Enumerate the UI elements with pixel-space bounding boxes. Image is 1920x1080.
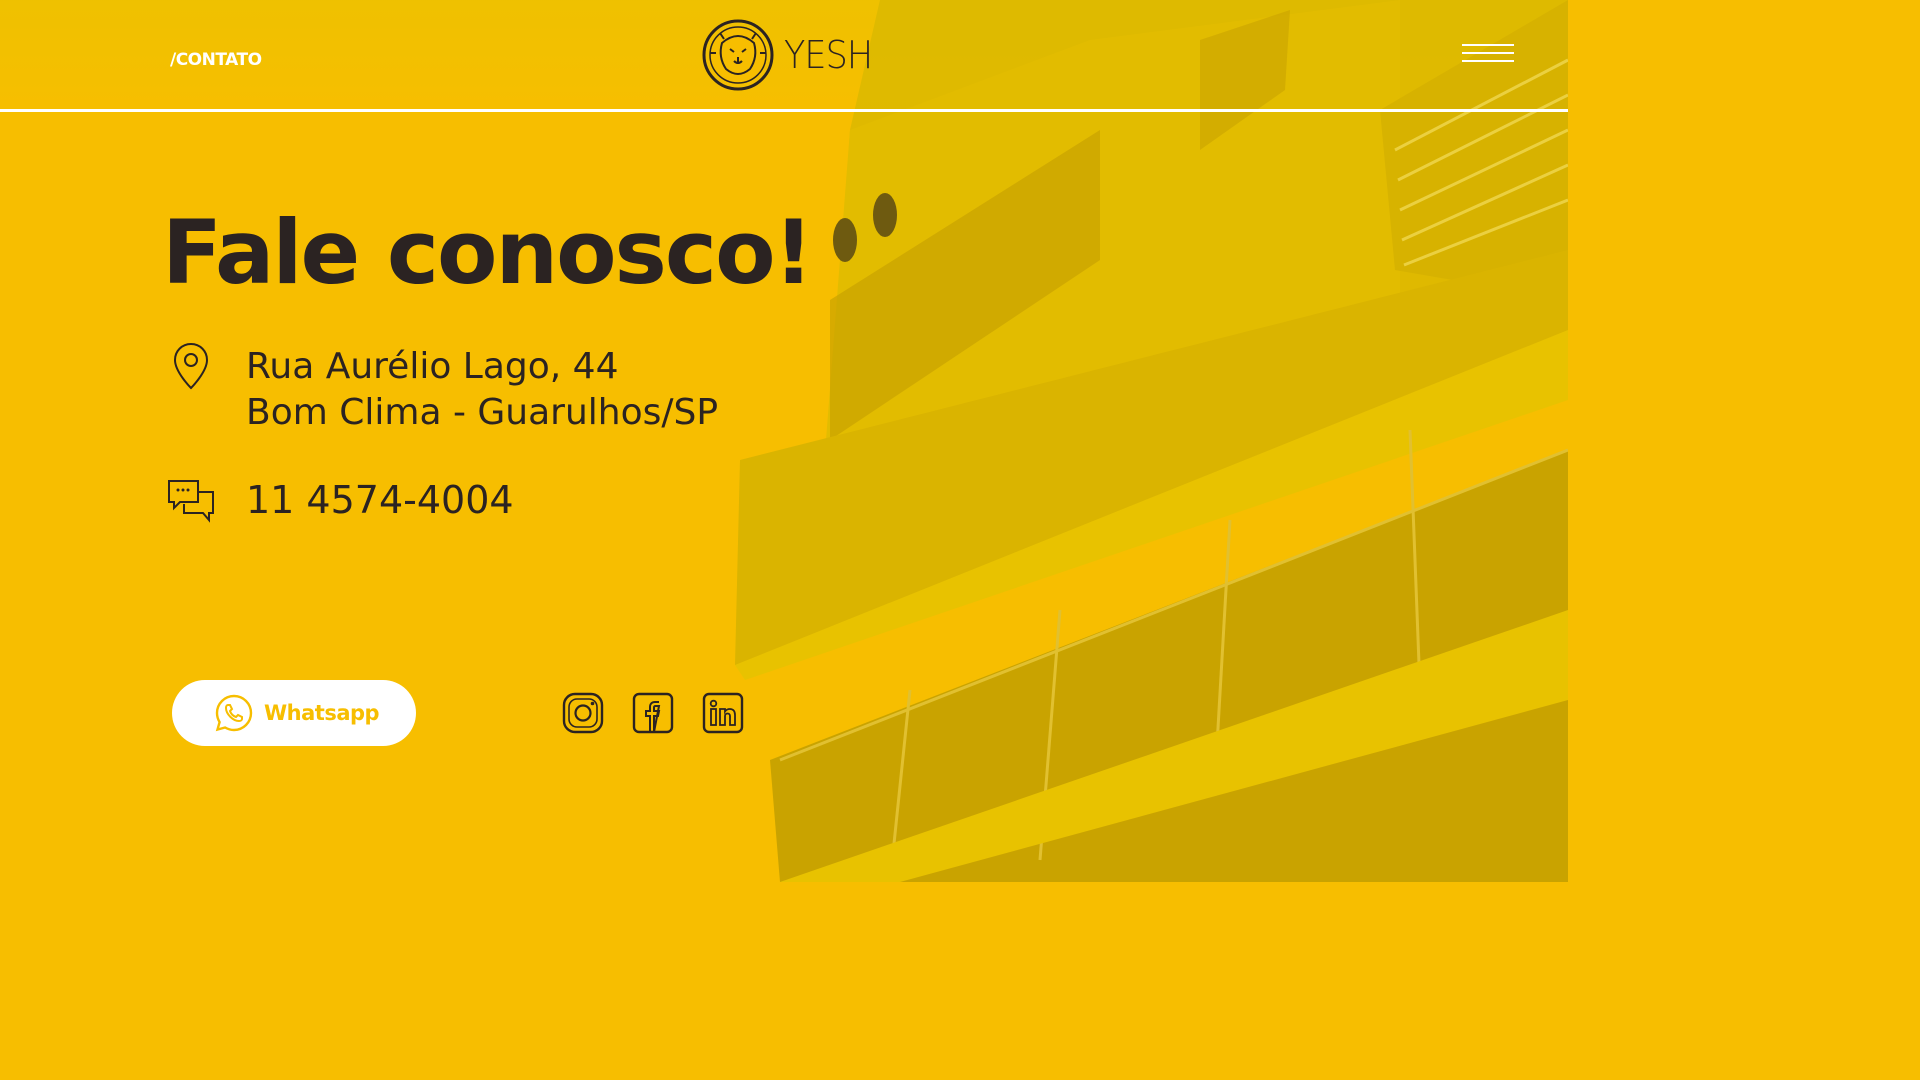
facebook-icon[interactable] <box>632 692 674 734</box>
hamburger-menu-button[interactable] <box>1462 44 1514 66</box>
logo-text: YESH <box>784 33 873 77</box>
address-line-1: Rua Aurélio Lago, 44 <box>246 346 619 387</box>
logo[interactable]: YESH <box>702 18 880 92</box>
instagram-icon[interactable] <box>562 692 604 734</box>
lion-logo-icon <box>702 19 774 91</box>
address: Rua Aurélio Lago, 44 Bom Clima - Guarulh… <box>246 344 718 436</box>
whatsapp-button[interactable]: Whatsapp <box>172 680 416 746</box>
background-building-image <box>0 0 1568 882</box>
breadcrumb: /CONTATO <box>170 50 262 70</box>
phone-number[interactable]: 11 4574-4004 <box>246 478 514 522</box>
header-divider <box>0 109 1568 112</box>
linkedin-icon[interactable] <box>702 692 744 734</box>
whatsapp-icon <box>215 694 253 732</box>
whatsapp-label: Whatsapp <box>264 701 380 725</box>
menu-line <box>1462 52 1514 54</box>
page-title: Fale conosco! <box>162 201 814 304</box>
menu-line <box>1462 44 1514 46</box>
location-pin-icon <box>173 342 209 390</box>
address-line-2: Bom Clima - Guarulhos/SP <box>246 392 719 433</box>
chat-bubbles-icon <box>168 480 214 523</box>
menu-line <box>1462 60 1514 62</box>
